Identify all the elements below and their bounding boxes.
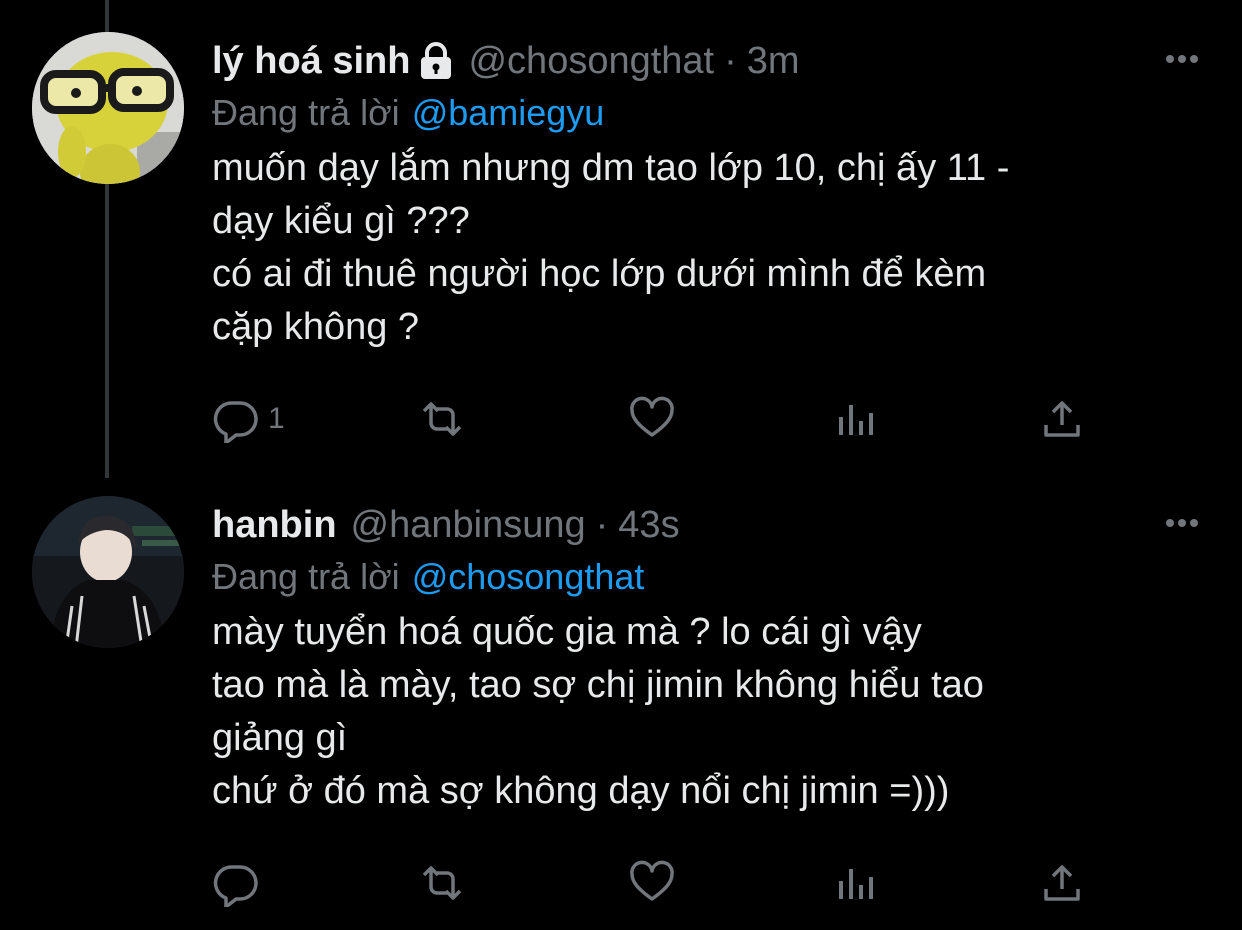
share-button[interactable]	[1038, 858, 1086, 908]
share-icon	[1044, 401, 1080, 437]
reply-button[interactable]	[212, 858, 268, 908]
tweet-text-line: có ai đi thuê người học lớp dưới mình để…	[212, 253, 987, 295]
retweet-icon	[422, 866, 462, 900]
reply-icon	[213, 401, 258, 443]
like-button[interactable]	[628, 394, 676, 444]
tweet-text-line: giảng gì	[212, 717, 348, 759]
display-name[interactable]: hanbin	[212, 504, 337, 547]
tweet-text-line: dạy kiểu gì ???	[212, 200, 470, 242]
more-options-icon[interactable]	[1162, 508, 1202, 538]
tweet-header: lý hoá sinh @chosongthat · 3m	[212, 36, 1202, 86]
share-button[interactable]	[1038, 394, 1086, 444]
tweet-text: mày tuyển hoá quốc gia mà ? lo cái gì vậ…	[212, 606, 1202, 818]
replying-to: Đang trả lời @bamiegyu	[212, 86, 1202, 140]
display-name[interactable]: lý hoá sinh	[212, 40, 410, 83]
retweet-button[interactable]	[418, 858, 466, 908]
share-icon	[1044, 865, 1080, 901]
tweet-text-line: chứ ở đó mà sợ không dạy nổi chị jimin =…	[212, 770, 950, 812]
timestamp[interactable]: 3m	[747, 40, 800, 83]
lock-icon	[421, 42, 452, 79]
tweet-text: muốn dạy lắm nhưng dm tao lớp 10, chị ấy…	[212, 142, 1202, 354]
separator-dot: ·	[724, 39, 737, 82]
tweet[interactable]: lý hoá sinh @chosongthat · 3m Đang trả l…	[212, 36, 1202, 443]
user-handle[interactable]: @hanbinsung	[351, 504, 586, 547]
replying-prefix: Đang trả lời	[212, 556, 400, 597]
avatar[interactable]	[32, 496, 184, 648]
retweet-icon	[422, 402, 462, 436]
tweet-actions	[212, 858, 1092, 908]
like-button[interactable]	[628, 858, 676, 908]
tweet-text-line: cặp không ?	[212, 306, 420, 348]
separator-dot: ·	[595, 503, 609, 546]
replying-prefix: Đang trả lời	[212, 92, 400, 133]
views-icon	[839, 405, 873, 435]
reply-button[interactable]: 1	[212, 394, 285, 444]
reply-count: 1	[268, 402, 285, 435]
replying-to-mention[interactable]: @chosongthat	[412, 556, 645, 597]
timestamp[interactable]: 43s	[618, 504, 679, 547]
replying-to-mention[interactable]: @bamiegyu	[412, 92, 605, 133]
reply-icon	[213, 865, 258, 907]
views-button[interactable]	[832, 394, 880, 444]
views-button[interactable]	[832, 858, 880, 908]
like-icon	[630, 396, 674, 437]
tweet-text-line: mày tuyển hoá quốc gia mà ? lo cái gì vậ…	[212, 611, 922, 653]
user-handle[interactable]: @chosongthat	[468, 40, 714, 83]
tweet-text-line: tao mà là mày, tao sợ chị jimin không hi…	[212, 664, 984, 706]
retweet-button[interactable]	[418, 394, 466, 444]
tweet-actions: 1	[212, 394, 1092, 444]
avatar-image	[32, 32, 184, 184]
like-icon	[630, 860, 674, 901]
views-icon	[839, 869, 873, 899]
tweet[interactable]: hanbin @hanbinsung · 43s Đang trả lời @ch…	[212, 500, 1202, 907]
tweet-text-line: muốn dạy lắm nhưng dm tao lớp 10, chị ấy…	[212, 147, 1010, 189]
tweet-header: hanbin @hanbinsung · 43s	[212, 500, 1202, 550]
avatar[interactable]	[32, 32, 184, 184]
replying-to: Đang trả lời @chosongthat	[212, 550, 1202, 604]
more-options-icon[interactable]	[1162, 44, 1202, 74]
avatar-image	[32, 496, 184, 648]
